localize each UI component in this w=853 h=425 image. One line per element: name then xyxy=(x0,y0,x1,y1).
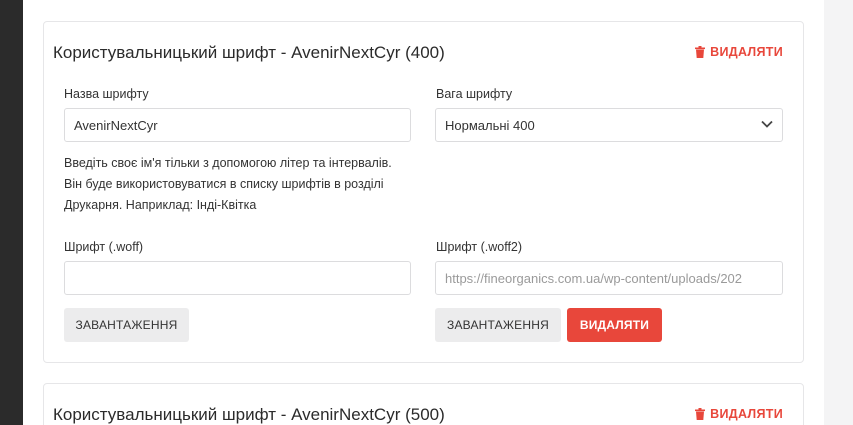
help-line: Він буде використовуватися в списку шриф… xyxy=(64,177,384,191)
card-title: Користувальницький шрифт - AvenirNextCyr… xyxy=(53,405,445,424)
delete-label: ВИДАЛЯТИ xyxy=(710,45,783,59)
remove-woff2-button[interactable]: ВИДАЛЯТИ xyxy=(567,308,662,342)
upload-woff2-button[interactable]: ЗАВАНТАЖЕННЯ xyxy=(435,308,561,342)
font-weight-label: Вага шрифту xyxy=(436,87,513,101)
font-name-label: Назва шрифту xyxy=(64,87,149,101)
font-weight-select[interactable]: Нормальні 400 xyxy=(435,108,783,142)
upload-woff-button[interactable]: ЗАВАНТАЖЕННЯ xyxy=(64,308,189,342)
delete-label: ВИДАЛЯТИ xyxy=(710,407,783,421)
left-sidebar-edge xyxy=(0,0,23,425)
delete-font-link[interactable]: ВИДАЛЯТИ xyxy=(695,45,783,59)
font-name-input[interactable]: AvenirNextCyr xyxy=(64,108,411,142)
custom-font-card: Користувальницький шрифт - AvenirNextCyr… xyxy=(43,383,804,425)
delete-font-link[interactable]: ВИДАЛЯТИ xyxy=(695,407,783,421)
trash-icon xyxy=(695,46,706,58)
chevron-down-icon xyxy=(761,120,773,128)
woff-url-input[interactable] xyxy=(64,261,411,295)
font-name-help: Введіть своє ім'я тільки з допомогою літ… xyxy=(64,153,392,216)
custom-font-card: Користувальницький шрифт - AvenirNextCyr… xyxy=(43,21,804,363)
font-weight-value: Нормальні 400 xyxy=(445,117,535,133)
help-line: Друкарня. Наприклад: Інді-Квітка xyxy=(64,198,257,212)
woff-label: Шрифт (.woff) xyxy=(64,240,144,254)
woff2-label: Шрифт (.woff2) xyxy=(436,240,523,254)
card-title: Користувальницький шрифт - AvenirNextCyr… xyxy=(53,43,445,62)
help-line: Введіть своє ім'я тільки з допомогою літ… xyxy=(64,156,392,170)
trash-icon xyxy=(695,408,706,420)
woff2-url-input[interactable]: https://fineorganics.com.ua/wp-content/u… xyxy=(435,261,783,295)
